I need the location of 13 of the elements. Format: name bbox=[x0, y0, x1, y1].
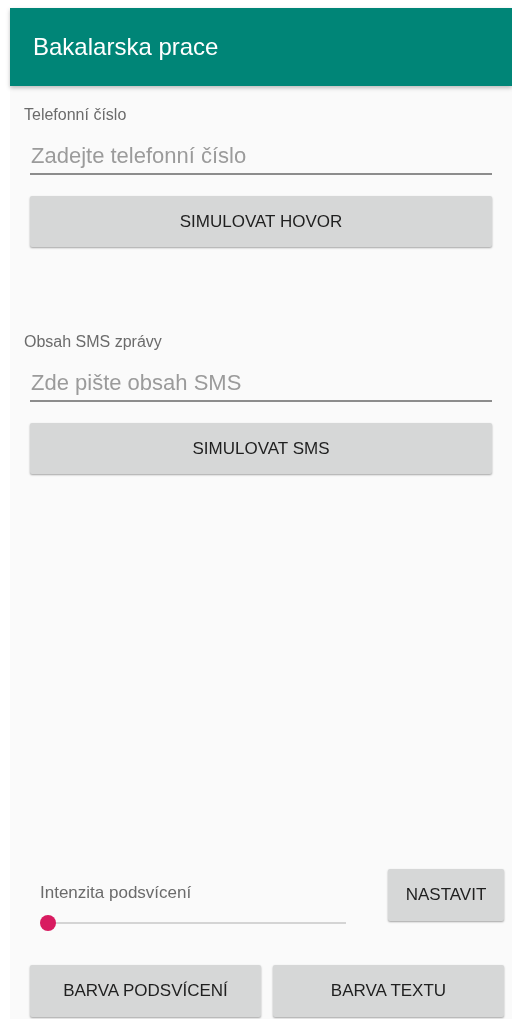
slider-label: Intenzita podsvícení bbox=[40, 881, 193, 904]
input-field[interactable]: Zde pište obsah SMS bbox=[30, 366, 492, 402]
set-button[interactable]: NASTAVIT bbox=[388, 868, 504, 921]
slider-thumb[interactable] bbox=[40, 915, 56, 931]
app-title: Bakalarska prace bbox=[33, 32, 219, 62]
brightness-slider[interactable] bbox=[40, 913, 346, 933]
color-button[interactable]: BARVA PODSVÍCENÍ bbox=[30, 965, 261, 1017]
input-field[interactable]: Zadejte telefonní číslo bbox=[30, 139, 492, 175]
simulate-button[interactable]: SIMULOVAT HOVOR bbox=[30, 196, 492, 247]
field-label: Obsah SMS zprávy bbox=[24, 332, 163, 352]
field-label: Telefonní číslo bbox=[24, 105, 128, 125]
color-button[interactable]: BARVA TEXTU bbox=[273, 965, 504, 1017]
simulate-button[interactable]: SIMULOVAT SMS bbox=[30, 423, 492, 474]
